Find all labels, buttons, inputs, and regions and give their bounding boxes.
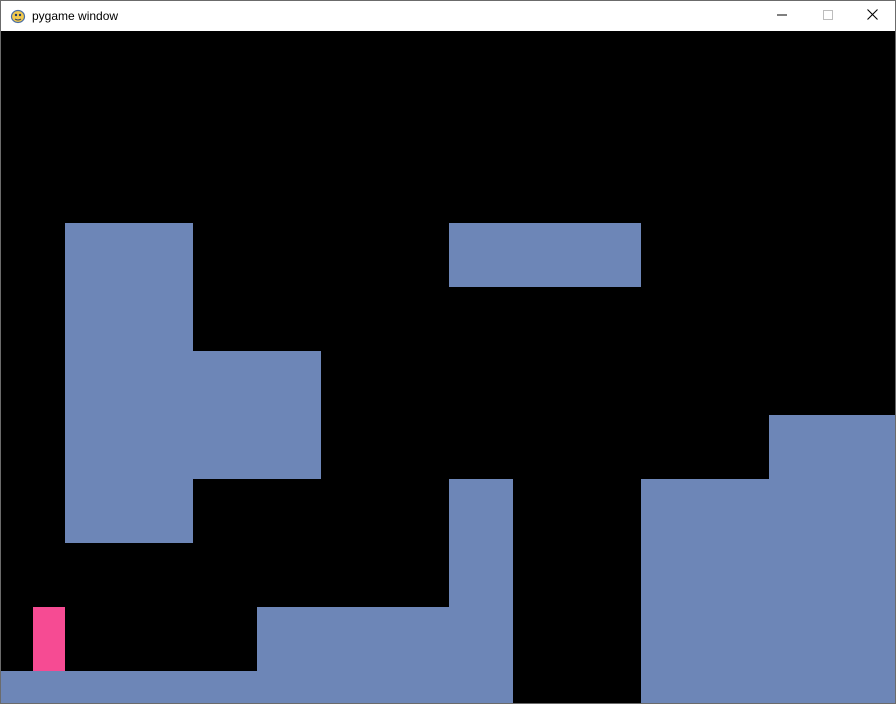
player-character: [33, 607, 65, 671]
ground-step: [257, 607, 513, 671]
close-button[interactable]: [849, 1, 895, 31]
pygame-window: pygame window: [0, 0, 896, 704]
wall-block-left-tall: [65, 223, 193, 543]
right-wall-upper: [769, 415, 895, 479]
wall-block-left-extension: [193, 351, 321, 479]
ground-pillar: [449, 479, 513, 607]
right-wall-lower: [641, 479, 895, 703]
title-bar[interactable]: pygame window: [1, 1, 895, 31]
maximize-button[interactable]: [805, 1, 851, 31]
minimize-button[interactable]: [759, 1, 805, 31]
minimize-icon: [777, 7, 787, 25]
maximize-icon: [823, 7, 833, 25]
floating-platform: [449, 223, 641, 287]
ground-floor: [1, 671, 513, 703]
window-title: pygame window: [32, 9, 119, 23]
game-canvas[interactable]: [1, 31, 895, 703]
close-icon: [866, 7, 878, 25]
pygame-snake-icon: [10, 8, 26, 24]
